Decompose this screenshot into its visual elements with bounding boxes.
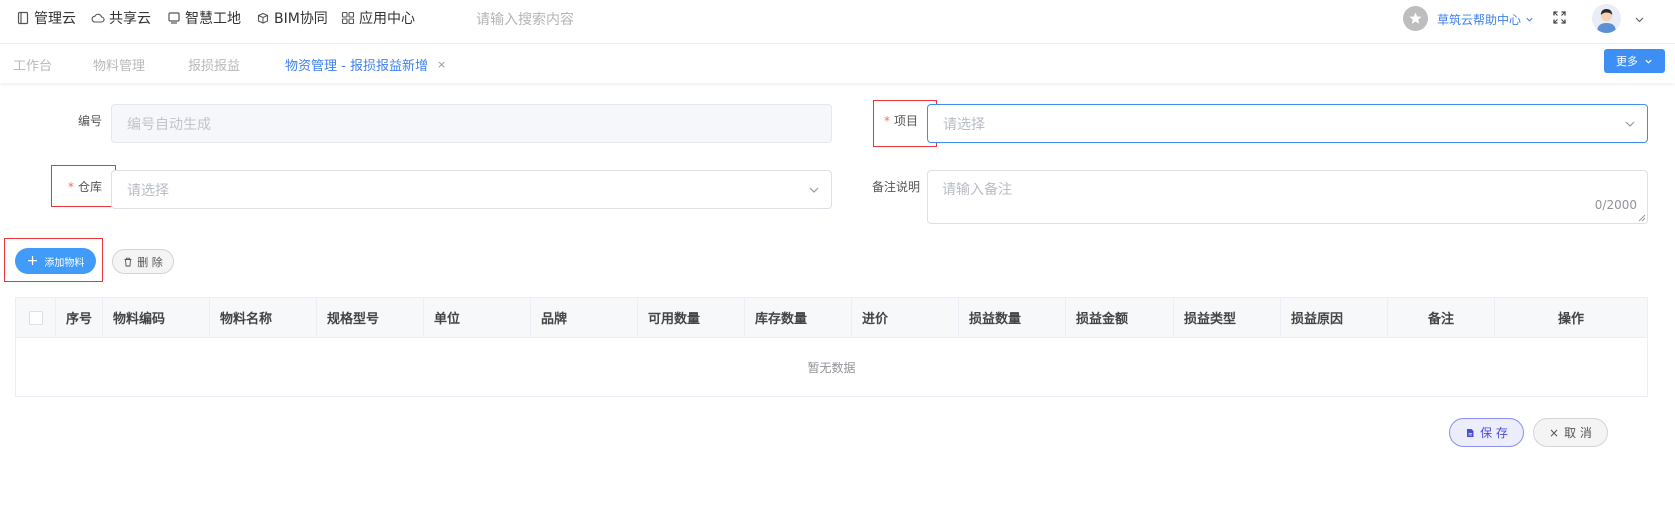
more-label: 更多 xyxy=(1616,55,1638,68)
file-icon xyxy=(1467,428,1474,437)
warehouse-label-text: 仓库 xyxy=(77,180,102,194)
top-navigation-bar: 管理云 共享云 智慧工地 BIM协同 应用中心 请输入搜索内容 草筑云帮助中心 xyxy=(0,0,1675,44)
column-header: 库存数量 xyxy=(745,298,852,337)
column-header: 损益类型 xyxy=(1174,298,1281,337)
column-header: 可用数量 xyxy=(638,298,745,337)
column-header: 损益数量 xyxy=(959,298,1066,337)
apps-grid-icon xyxy=(341,11,355,25)
tab-material-management[interactable]: 物料管理 xyxy=(93,55,145,74)
column-header: 物料名称 xyxy=(210,298,317,337)
save-button[interactable]: 保 存 xyxy=(1449,418,1524,447)
warehouse-select[interactable]: 请选择 xyxy=(111,170,832,209)
add-material-button[interactable]: + 添加物料 xyxy=(15,248,96,274)
cancel-label: 取 消 xyxy=(1564,426,1592,440)
empty-state-text: 暂无数据 xyxy=(807,360,856,375)
chevron-down-icon xyxy=(809,187,819,193)
chevron-down-icon[interactable] xyxy=(1634,14,1645,25)
help-center-logo xyxy=(1403,6,1428,31)
nav-item-management-cloud[interactable]: 管理云 xyxy=(16,8,76,28)
required-mark: * xyxy=(884,114,890,128)
number-label: 编号 xyxy=(77,114,102,128)
column-header: 操作 xyxy=(1557,312,1584,327)
tab-loss-gain[interactable]: 报损报益 xyxy=(188,55,240,74)
close-icon[interactable]: × xyxy=(437,58,446,71)
nav-item-label: 智慧工地 xyxy=(185,11,241,27)
user-avatar[interactable] xyxy=(1592,4,1621,33)
warehouse-placeholder: 请选择 xyxy=(127,182,169,199)
column-header: 备注 xyxy=(1388,298,1495,337)
save-label: 保 存 xyxy=(1480,426,1508,440)
delete-label: 删 除 xyxy=(137,255,163,269)
number-field: 编号自动生成 xyxy=(111,104,832,143)
tab-workbench[interactable]: 工作台 xyxy=(13,55,52,74)
chevron-down-icon xyxy=(1645,59,1652,64)
column-header: 序号 xyxy=(56,298,103,337)
project-placeholder: 请选择 xyxy=(943,116,985,133)
column-header: 损益金额 xyxy=(1066,298,1174,337)
nav-item-label: BIM协同 xyxy=(274,11,328,27)
required-mark: * xyxy=(67,180,74,194)
column-header: 进价 xyxy=(852,298,959,337)
document-icon xyxy=(16,11,30,25)
char-counter: 0/2000 xyxy=(1594,198,1637,212)
project-label-text: 项目 xyxy=(894,114,919,128)
nav-item-bim[interactable]: BIM协同 xyxy=(256,8,328,28)
column-header: 损益原因 xyxy=(1281,298,1388,337)
warehouse-label: * 仓库 xyxy=(66,178,102,195)
nav-item-label: 管理云 xyxy=(34,11,76,27)
select-all-checkbox[interactable] xyxy=(28,310,43,325)
close-icon: × xyxy=(1549,425,1560,440)
trash-icon xyxy=(124,257,132,266)
nav-item-label: 应用中心 xyxy=(359,11,415,27)
user-icon xyxy=(1592,4,1621,33)
number-placeholder: 编号自动生成 xyxy=(127,116,211,133)
tab-label: 物资管理 - 报损报益新增 xyxy=(285,59,428,74)
cube-icon xyxy=(256,11,270,25)
page-tabs-bar: 工作台 物料管理 报损报益 物资管理 - 报损报益新增 × 更多 xyxy=(0,45,1675,83)
global-search-input[interactable]: 请输入搜索内容 xyxy=(476,9,574,29)
screen-icon xyxy=(167,11,181,25)
select-all-cell xyxy=(16,298,56,337)
fullscreen-icon[interactable] xyxy=(1552,10,1567,25)
remark-textarea[interactable]: 请输入备注 0/2000 xyxy=(927,170,1648,224)
column-header: 品牌 xyxy=(531,298,638,337)
chevron-down-icon xyxy=(1526,17,1533,22)
remark-label: 备注说明 xyxy=(871,180,920,194)
resize-handle-icon[interactable] xyxy=(1638,214,1646,222)
nav-item-smart-site[interactable]: 智慧工地 xyxy=(167,8,241,28)
column-header: 物料编码 xyxy=(103,298,210,337)
chevron-down-icon xyxy=(1625,121,1635,127)
cloud-icon xyxy=(91,11,105,25)
help-center-link[interactable]: 草筑云帮助中心 xyxy=(1437,11,1534,28)
help-center-label: 草筑云帮助中心 xyxy=(1437,13,1522,27)
cancel-button[interactable]: × 取 消 xyxy=(1533,418,1608,447)
star-icon xyxy=(1409,12,1422,24)
delete-button[interactable]: 删 除 xyxy=(112,249,174,274)
nav-item-share-cloud[interactable]: 共享云 xyxy=(91,8,151,28)
table-header: 序号 物料编码 物料名称 规格型号 单位 品牌 可用数量 库存数量 进价 损益数… xyxy=(16,298,1647,338)
remark-placeholder: 请输入备注 xyxy=(942,182,1012,198)
nav-item-label: 共享云 xyxy=(109,11,151,27)
add-material-label: 添加物料 xyxy=(44,257,85,269)
column-header: 规格型号 xyxy=(317,298,424,337)
project-select[interactable]: 请选择 xyxy=(927,104,1648,143)
more-button[interactable]: 更多 xyxy=(1604,49,1665,73)
materials-table: 序号 物料编码 物料名称 规格型号 单位 品牌 可用数量 库存数量 进价 损益数… xyxy=(15,297,1648,397)
nav-item-app-center[interactable]: 应用中心 xyxy=(341,8,415,28)
tab-loss-gain-new[interactable]: 物资管理 - 报损报益新增 × xyxy=(285,55,446,74)
project-label: * 项目 xyxy=(884,112,918,129)
column-header: 单位 xyxy=(424,298,531,337)
plus-icon: + xyxy=(26,253,39,269)
